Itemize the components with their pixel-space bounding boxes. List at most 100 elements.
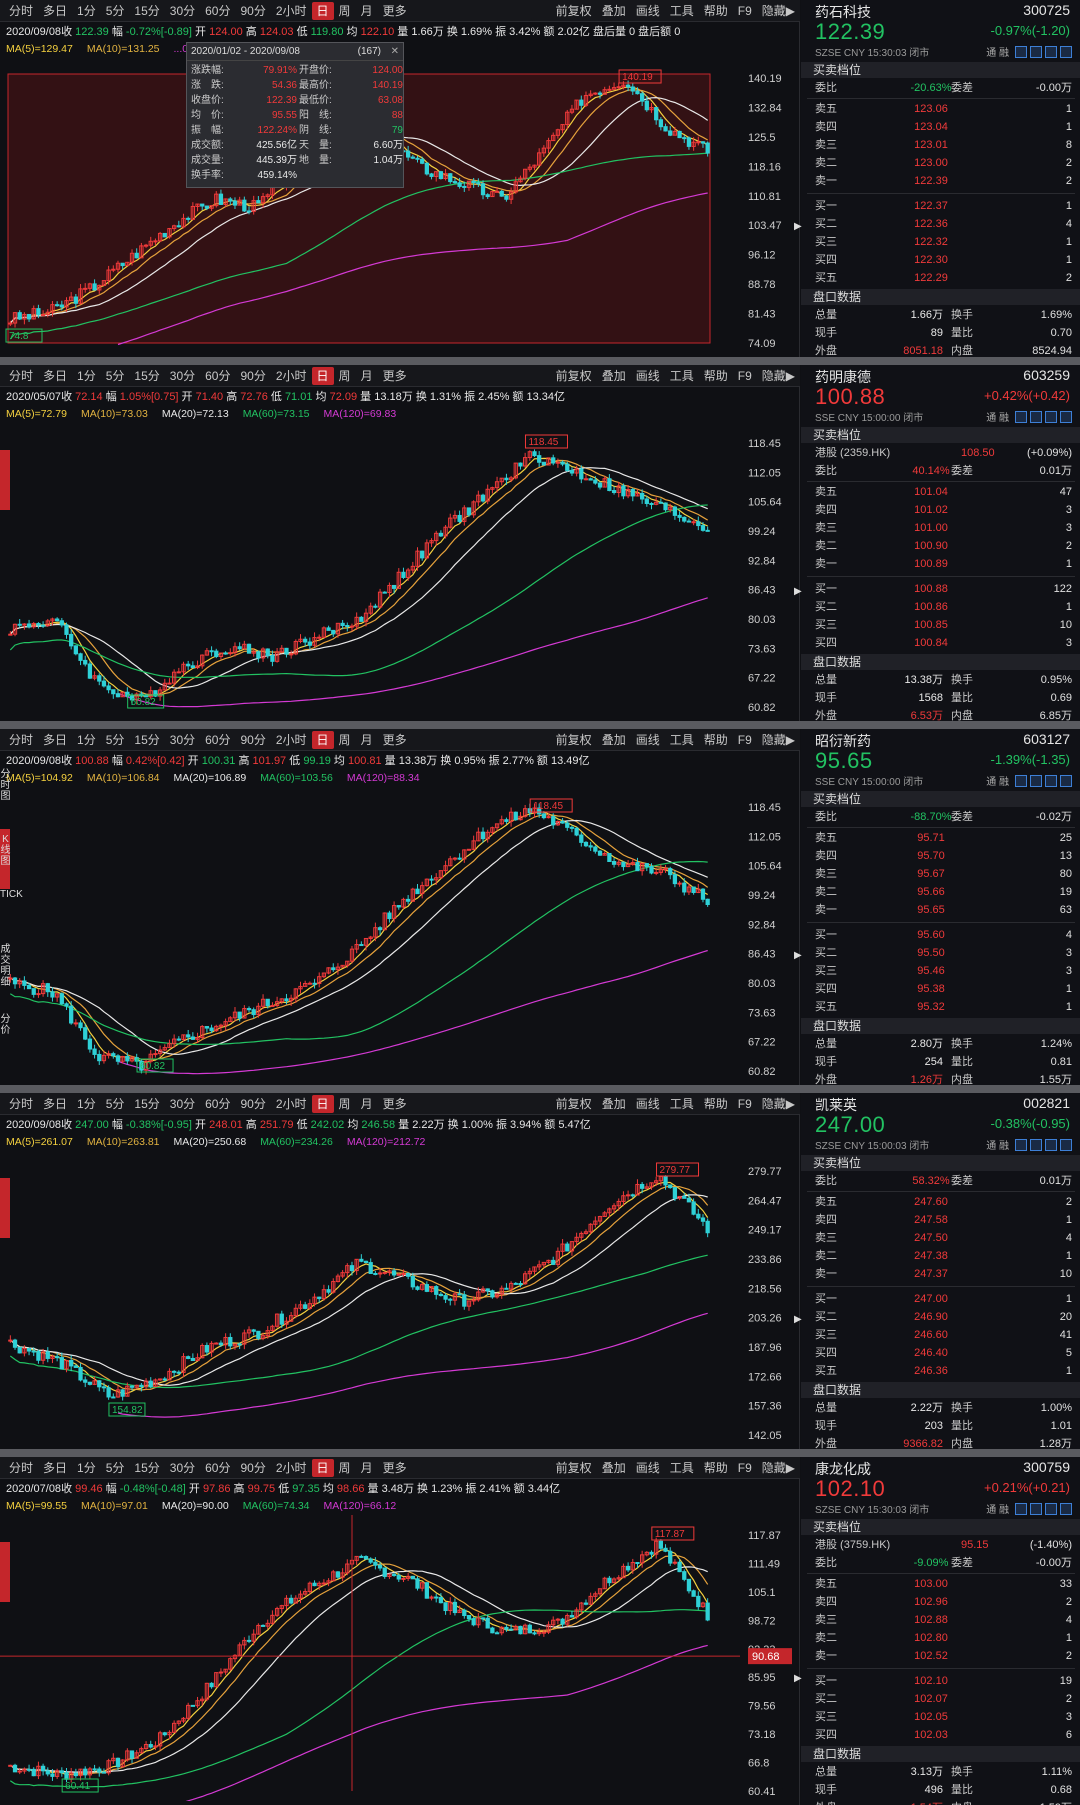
candle-body[interactable] (654, 107, 659, 121)
candle-body[interactable] (668, 868, 673, 876)
candle-body[interactable] (8, 633, 13, 636)
period-tab[interactable]: 5分 (101, 731, 130, 749)
candle-body[interactable] (625, 1565, 631, 1571)
period-tab[interactable]: 90分 (235, 1095, 270, 1113)
candle-body[interactable] (391, 584, 397, 589)
period-tab[interactable]: 更多 (378, 1095, 412, 1113)
candle-body[interactable] (22, 980, 27, 986)
candle-body[interactable] (111, 1396, 116, 1399)
candle-body[interactable] (242, 199, 247, 212)
toolbar-tool-button[interactable]: 画线 (631, 2, 665, 20)
candle-body[interactable] (480, 494, 486, 502)
period-tab[interactable]: 90分 (235, 731, 270, 749)
bid-row[interactable]: 买四 102.03 6 (801, 1726, 1080, 1744)
period-tab[interactable]: 60分 (200, 2, 235, 20)
candle-body[interactable] (265, 998, 270, 1007)
candle-body[interactable] (73, 645, 78, 655)
candle-body[interactable] (106, 1387, 111, 1398)
candle-body[interactable] (490, 1627, 495, 1634)
candle-body[interactable] (120, 1389, 125, 1397)
candle-body[interactable] (36, 622, 41, 626)
candle-body[interactable] (625, 1194, 631, 1197)
candle-body[interactable] (246, 1008, 252, 1011)
candle-body[interactable] (303, 1304, 308, 1309)
period-tab[interactable]: 15分 (129, 2, 164, 20)
candle-body[interactable] (480, 831, 486, 840)
candle-body[interactable] (26, 1348, 32, 1352)
period-tab[interactable]: 多日 (38, 1095, 72, 1113)
candle-body[interactable] (583, 841, 589, 847)
candle-body[interactable] (466, 507, 472, 516)
toolbar-tool-button[interactable]: 画线 (631, 731, 665, 749)
candle-body[interactable] (691, 521, 696, 524)
bid-row[interactable]: 买五 246.36 1 (801, 1362, 1080, 1380)
candle-body[interactable] (214, 650, 219, 658)
candle-body[interactable] (406, 898, 411, 902)
candle-body[interactable] (443, 1295, 448, 1300)
ask-row[interactable]: 卖二 247.38 1 (801, 1247, 1080, 1265)
candle-body[interactable] (190, 1036, 195, 1040)
period-tab[interactable]: 90分 (235, 367, 270, 385)
candle-body[interactable] (307, 641, 312, 646)
candle-body[interactable] (672, 1561, 678, 1564)
bid-row[interactable]: 买四 122.30 1 (801, 251, 1080, 269)
bid-row[interactable]: 买一 122.37 1 (801, 197, 1080, 215)
candle-body[interactable] (368, 1262, 373, 1274)
candle-body[interactable] (485, 1617, 490, 1629)
candle-body[interactable] (611, 861, 617, 865)
candle-body[interactable] (8, 1339, 13, 1342)
toolbar-tool-button[interactable]: 画线 (631, 1459, 665, 1477)
edit-icon[interactable] (1015, 1502, 1027, 1515)
candle-body[interactable] (560, 820, 565, 824)
candle-body[interactable] (560, 461, 565, 465)
candle-body[interactable] (176, 225, 181, 228)
candle-body[interactable] (209, 650, 214, 653)
toolbar-tool-button[interactable]: 工具 (665, 731, 699, 749)
candle-body[interactable] (87, 1038, 93, 1050)
candle-body[interactable] (452, 1601, 458, 1614)
candle-body[interactable] (574, 827, 579, 836)
candle-body[interactable] (40, 1765, 46, 1772)
candle-body[interactable] (597, 92, 603, 95)
candle-body[interactable] (565, 1243, 570, 1252)
toolbar-tool-button[interactable]: F9 (733, 1459, 757, 1477)
ask-row[interactable]: 卖五 95.71 25 (801, 829, 1080, 847)
toolbar-tool-button[interactable]: 工具 (665, 1459, 699, 1477)
add-icon[interactable] (1060, 774, 1072, 787)
candle-body[interactable] (677, 882, 682, 885)
toolbar-tool-button[interactable]: 叠加 (597, 1459, 631, 1477)
period-tab[interactable]: 周 (334, 2, 356, 20)
candle-body[interactable] (279, 1313, 284, 1325)
toolbar-tool-button[interactable]: 前复权 (551, 2, 597, 20)
candle-body[interactable] (106, 685, 111, 691)
candle-body[interactable] (696, 1213, 701, 1219)
candle-body[interactable] (317, 1296, 322, 1300)
candle-body[interactable] (228, 198, 233, 202)
bid-row[interactable]: 买二 95.50 3 (801, 944, 1080, 962)
candle-body[interactable] (607, 478, 612, 492)
candle-body[interactable] (597, 850, 603, 856)
candle-body[interactable] (143, 244, 149, 247)
candle-body[interactable] (134, 252, 139, 259)
candle-body[interactable] (200, 203, 205, 207)
ask-row[interactable]: 卖四 101.02 3 (801, 501, 1080, 519)
bid-row[interactable]: 买二 100.86 1 (801, 598, 1080, 616)
bid-row[interactable]: 买五 95.32 1 (801, 998, 1080, 1016)
ask-row[interactable]: 卖四 102.96 2 (801, 1593, 1080, 1611)
candle-body[interactable] (466, 848, 472, 851)
candle-body[interactable] (691, 1201, 696, 1215)
candle-body[interactable] (457, 182, 462, 187)
candle-body[interactable] (452, 181, 458, 184)
candle-body[interactable] (611, 490, 617, 493)
candle-body[interactable] (59, 1770, 64, 1774)
candle-body[interactable] (73, 1365, 78, 1368)
period-tab[interactable]: 月 (356, 367, 378, 385)
expand-arrow-icon[interactable]: ▶ (794, 221, 802, 232)
edit-icon[interactable] (1015, 1138, 1027, 1151)
candle-body[interactable] (541, 1631, 546, 1634)
candle-body[interactable] (162, 232, 167, 238)
ask-row[interactable]: 卖四 123.04 1 (801, 118, 1080, 136)
bid-row[interactable]: 买一 247.00 1 (801, 1290, 1080, 1308)
candle-body[interactable] (55, 618, 60, 622)
candle-body[interactable] (396, 905, 401, 908)
